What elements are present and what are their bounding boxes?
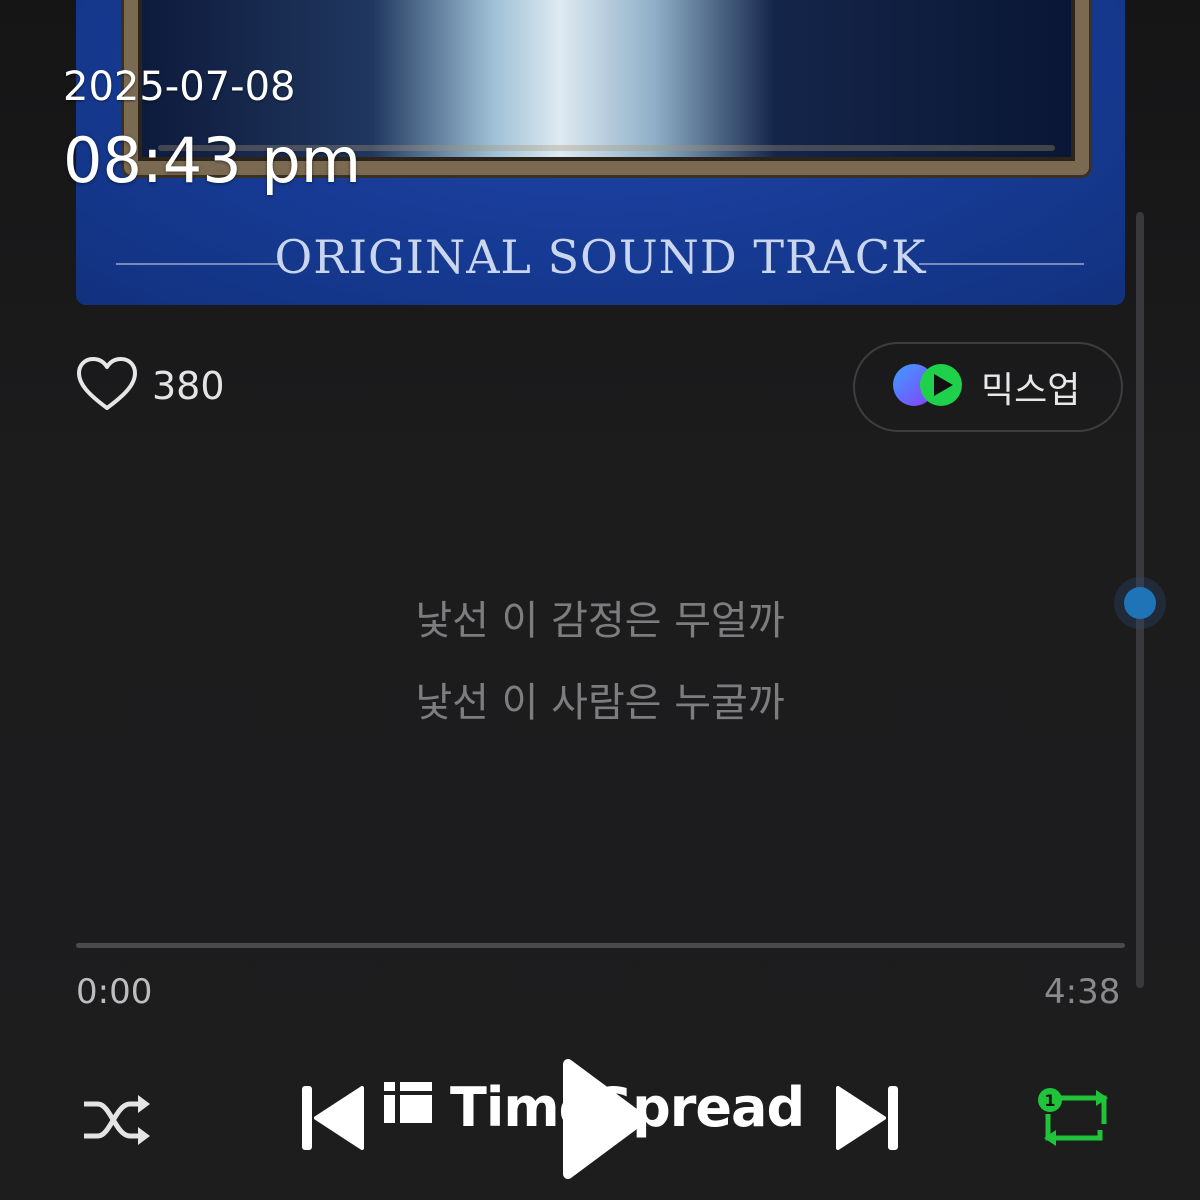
album-subtitle-rule-right [919, 263, 1084, 265]
overlay-time: 08:43 pm [63, 124, 362, 197]
scrollbar-thumb[interactable] [1124, 587, 1156, 619]
next-icon [834, 1086, 900, 1158]
play-button[interactable] [558, 1056, 650, 1186]
mixup-button[interactable]: 믹스업 [853, 342, 1123, 432]
lyrics-panel[interactable]: 낯선 이 감정은 무얼까 낯선 이 사람은 누굴까 [0, 580, 1200, 744]
repeat-one-icon: 1 [1036, 1088, 1116, 1154]
mixup-logo-icon [891, 362, 965, 412]
lyrics-line: 낯선 이 사람은 누굴까 [415, 680, 785, 726]
lyrics-line: 낯선 이 감정은 무얼까 [415, 598, 785, 644]
play-icon [558, 1059, 650, 1186]
repeat-badge: 1 [1044, 1091, 1055, 1110]
duration-time: 4:38 [1044, 972, 1121, 1012]
shuffle-icon [80, 1095, 154, 1154]
like-count: 380 [152, 364, 225, 408]
watermark-logo-icon [384, 1076, 432, 1139]
elapsed-time: 0:00 [76, 972, 153, 1012]
like-button[interactable]: 380 [76, 356, 225, 416]
overlay-date: 2025-07-08 [63, 64, 296, 110]
previous-icon [300, 1086, 366, 1158]
repeat-button[interactable]: 1 [1036, 1084, 1116, 1154]
album-subtitle: ORIGINAL SOUND TRACK [274, 230, 927, 284]
mixup-label: 믹스업 [981, 370, 1081, 411]
heart-icon [76, 356, 138, 416]
previous-button[interactable] [300, 1082, 366, 1158]
playback-progress-bar[interactable] [76, 943, 1125, 948]
shuffle-button[interactable] [80, 1090, 154, 1154]
next-button[interactable] [834, 1082, 900, 1158]
